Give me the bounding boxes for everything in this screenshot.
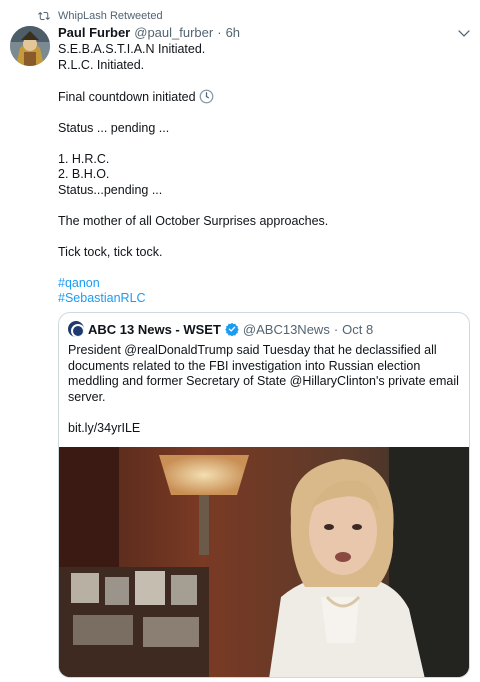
quoted-timestamp: Oct 8 xyxy=(342,321,374,337)
tweet-card[interactable]: WhipLash Retweeted Paul Furber @paul_fur… xyxy=(0,0,480,682)
tweet-line-break xyxy=(58,73,462,89)
quoted-tweet-text: President @realDonaldTrump said Tuesday … xyxy=(68,343,459,404)
hashtag-link[interactable]: #SebastianRLC xyxy=(58,291,462,307)
quoted-author-handle: @ABC13News xyxy=(242,321,330,337)
tweet-line: Tick tock, tick tock. xyxy=(58,244,163,259)
tweet-timestamp[interactable]: 6h xyxy=(226,24,240,42)
tweet-line-break xyxy=(58,105,462,121)
tweet-line: R.L.C. Initiated. xyxy=(58,57,145,72)
tweet-line-break xyxy=(58,229,462,245)
tweet-line-break xyxy=(58,136,462,152)
quoted-avatar xyxy=(68,321,84,337)
author-name[interactable]: Paul Furber xyxy=(58,24,130,42)
retweet-icon xyxy=(38,11,50,21)
author-handle[interactable]: @paul_furber xyxy=(134,24,213,42)
verified-badge-icon xyxy=(225,322,239,336)
tweet-line: Status ... pending ... xyxy=(58,120,170,135)
avatar[interactable] xyxy=(10,26,50,66)
quoted-author-name: ABC 13 News - WSET xyxy=(88,321,221,337)
tweet-line-text: Final countdown initiated xyxy=(58,89,196,104)
avatar-image xyxy=(10,26,50,66)
quoted-tweet[interactable]: ABC 13 News - WSET @ABC13News · Oct 8 Pr… xyxy=(58,312,470,678)
retweet-context[interactable]: WhipLash Retweeted xyxy=(38,9,163,23)
tweet-line-break xyxy=(58,260,462,276)
tweet-line: S.E.B.A.S.T.I.A.N Initiated. xyxy=(58,42,206,56)
tweet-line: Status...pending ... xyxy=(58,182,163,197)
tweet-line: 2. B.H.O. xyxy=(58,167,110,181)
clock-icon xyxy=(199,89,213,103)
retweet-label: WhipLash Retweeted xyxy=(58,10,163,22)
quoted-tweet-header: ABC 13 News - WSET @ABC13News · Oct 8 xyxy=(68,321,373,337)
tweet-line: Final countdown initiated xyxy=(58,89,462,106)
tweet-line: The mother of all October Surprises appr… xyxy=(58,213,329,228)
tweet-line: 1. H.R.C. xyxy=(58,151,110,166)
tweet-line-break xyxy=(58,198,462,214)
news-photo-image xyxy=(59,447,469,677)
tweet-content: Paul Furber @paul_furber · 6h S.E.B.A.S.… xyxy=(58,24,462,307)
hashtag-link[interactable]: #qanon xyxy=(58,276,462,292)
quoted-link[interactable]: bit.ly/34yrILE xyxy=(68,421,140,435)
separator-dot: · xyxy=(217,25,222,40)
tweet-header: Paul Furber @paul_furber · 6h xyxy=(58,24,462,42)
separator-dot: · xyxy=(333,321,339,337)
quoted-media-photo[interactable] xyxy=(59,447,469,677)
tweet-text: S.E.B.A.S.T.I.A.N Initiated. R.L.C. Init… xyxy=(58,42,462,307)
